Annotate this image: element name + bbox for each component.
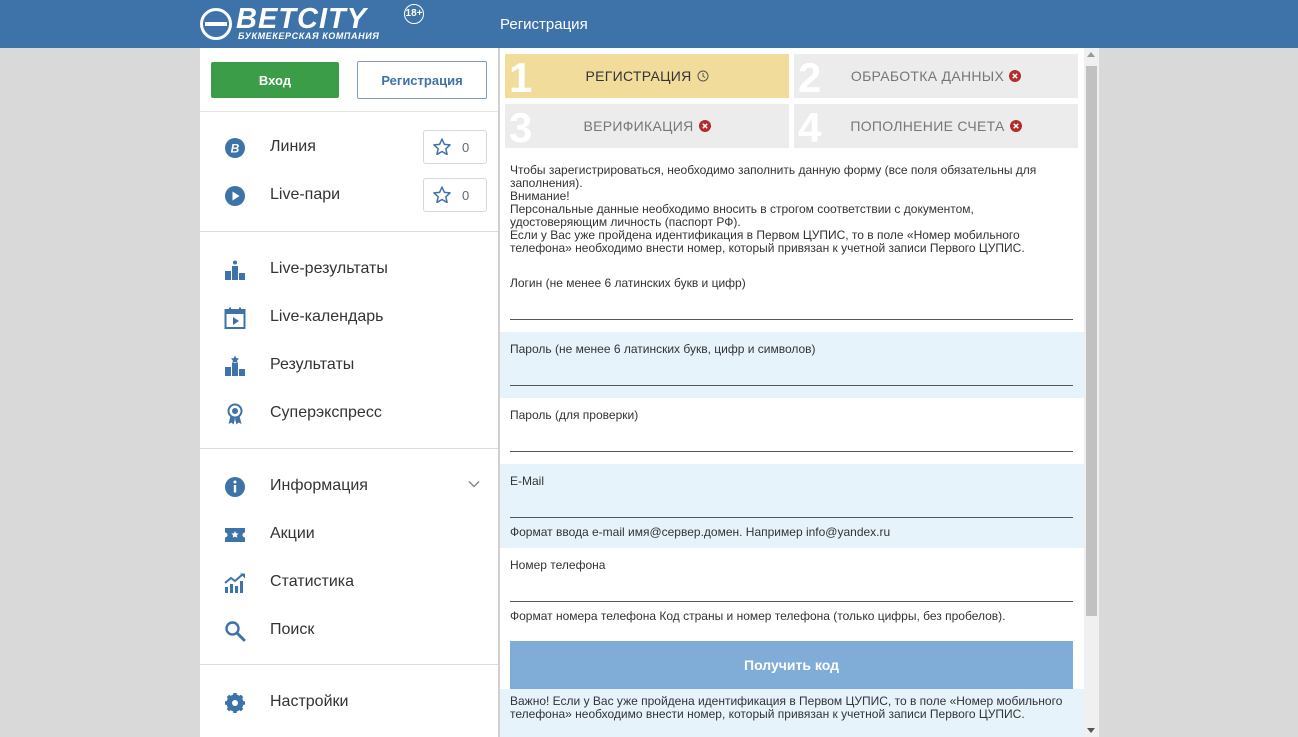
top-header: BETCITY БУКМЕКЕРСКАЯ КОМПАНИЯ 18+ Регист… — [0, 0, 1298, 48]
favorites-count: 0 — [462, 188, 470, 203]
cupis-note: Важно! Если у Вас уже пройдена идентифик… — [500, 689, 1084, 737]
login-label: Логин (не менее 6 латинских букв и цифр) — [510, 276, 746, 290]
intro-line: Персональные данные необходимо вносить в… — [510, 202, 974, 229]
star-icon — [432, 185, 452, 205]
sidebar-item-results[interactable]: Результаты — [200, 342, 498, 390]
error-icon — [1009, 120, 1022, 132]
favorites-count: 0 — [462, 140, 470, 155]
bet-circle-icon: B — [224, 137, 246, 159]
gear-icon — [224, 692, 246, 714]
intro-line: Если у Вас уже пройдена идентификация в … — [510, 228, 1025, 255]
calendar-play-icon — [224, 307, 246, 329]
step-verification: 3 ВЕРИФИКАЦИЯ — [505, 104, 789, 150]
nav-group-results: Live-результаты Live-календарь Результат… — [200, 232, 498, 449]
chevron-down-icon[interactable] — [468, 477, 480, 489]
scroll-up-icon[interactable] — [1087, 52, 1095, 57]
sidebar-item-label: Линия — [270, 138, 316, 155]
phone-hint: Формат номера телефона Код страны и номе… — [510, 609, 1006, 623]
step-registration: 1 РЕГИСТРАЦИЯ — [505, 54, 789, 100]
error-icon — [1009, 70, 1022, 82]
sidebar-item-label: Акции — [270, 525, 315, 542]
step-label: ПОПОЛНЕНИЕ СЧЕТА — [794, 118, 1078, 134]
scrollbar-thumb[interactable] — [1086, 66, 1097, 616]
registration-form: 1 РЕГИСТРАЦИЯ 2 ОБРАБОТКА ДАННЫХ 3 ВЕРИФ… — [500, 48, 1084, 737]
podium-icon — [224, 259, 246, 281]
main-scrollbar[interactable] — [1084, 48, 1099, 737]
scroll-down-icon[interactable] — [1087, 728, 1095, 733]
email-label: E-Mail — [510, 474, 545, 488]
step-label: ВЕРИФИКАЦИЯ — [505, 118, 789, 134]
sidebar-item-settings[interactable]: Настройки — [200, 679, 498, 727]
intro-text: Чтобы зарегистрироваться, необходимо зап… — [510, 164, 1070, 255]
sidebar-item-live-calendar[interactable]: Live-календарь — [200, 294, 498, 342]
age-badge: 18+ — [404, 4, 424, 24]
favorites-live-button[interactable]: 0 — [423, 178, 487, 212]
intro-line: Чтобы зарегистрироваться, необходимо зап… — [510, 163, 1037, 190]
sidebar-item-label: Настройки — [270, 693, 349, 710]
phone-label: Номер телефона — [510, 558, 606, 572]
sidebar-item-label: Live-пари — [270, 186, 341, 203]
nav-group-info: Информация Акции Статистика Поиск — [200, 449, 498, 665]
get-code-button[interactable]: Получить код — [510, 641, 1073, 689]
sidebar-item-information[interactable]: Информация — [200, 463, 498, 511]
sidebar-item-promotions[interactable]: Акции — [200, 511, 498, 559]
email-hint: Формат ввода e-mail имя@сервер.домен. На… — [510, 525, 891, 539]
password-confirm-label: Пароль (для проверки) — [510, 408, 639, 422]
nav-group-settings: Настройки — [200, 665, 498, 727]
step-data-processing: 2 ОБРАБОТКА ДАННЫХ — [794, 54, 1078, 100]
register-button[interactable]: Регистрация — [357, 61, 487, 99]
sidebar-item-label: Статистика — [270, 573, 355, 590]
betcity-logo[interactable]: BETCITY БУКМЕКЕРСКАЯ КОМПАНИЯ 18+ — [200, 4, 430, 44]
svg-text:B: B — [231, 142, 240, 156]
password-field-group: Пароль (не менее 6 латинских букв, цифр … — [500, 332, 1084, 398]
password-confirm-field-group: Пароль (для проверки) — [500, 398, 1084, 464]
login-field-group: Логин (не менее 6 латинских букв и цифр) — [500, 266, 1084, 332]
login-button[interactable]: Вход — [211, 62, 339, 98]
search-icon — [224, 620, 246, 642]
password-label: Пароль (не менее 6 латинских букв, цифр … — [510, 342, 816, 356]
note-text: Важно! Если у Вас уже пройдена идентифик… — [510, 694, 1063, 721]
sidebar-item-label: Суперэкспресс — [270, 404, 382, 421]
clock-icon — [697, 70, 709, 82]
password-input[interactable] — [510, 360, 1073, 386]
logo-ball-icon — [200, 8, 232, 40]
step-label: РЕГИСТРАЦИЯ — [505, 68, 789, 84]
step-label: ОБРАБОТКА ДАННЫХ — [794, 68, 1078, 84]
chart-icon — [224, 572, 246, 594]
email-field-group: E-Mail Формат ввода e-mail имя@сервер.до… — [500, 464, 1084, 548]
medal-icon — [224, 403, 246, 425]
podium-star-icon — [224, 355, 246, 377]
sidebar: Вход Регистрация B Линия 0 Live-пари 0 L… — [200, 48, 498, 737]
sidebar-item-label: Информация — [270, 477, 368, 494]
phone-input[interactable] — [510, 576, 1073, 602]
step-deposit: 4 ПОПОЛНЕНИЕ СЧЕТА — [794, 104, 1078, 150]
sidebar-item-superexpress[interactable]: Суперэкспресс — [200, 390, 498, 438]
favorites-line-button[interactable]: 0 — [423, 130, 487, 164]
nav-group-betting: B Линия 0 Live-пари 0 — [200, 112, 498, 232]
sidebar-item-label: Поиск — [270, 621, 315, 638]
play-circle-icon — [224, 185, 246, 207]
email-input[interactable] — [510, 492, 1073, 518]
sidebar-item-label: Live-результаты — [270, 260, 388, 277]
ticket-icon — [224, 524, 246, 546]
sidebar-item-live[interactable]: Live-пари 0 — [200, 172, 498, 220]
phone-field-group: Номер телефона Формат номера телефона Ко… — [500, 548, 1084, 632]
login-input[interactable] — [510, 294, 1073, 320]
star-icon — [432, 137, 452, 157]
password-confirm-input[interactable] — [510, 426, 1073, 452]
page-title: Регистрация — [500, 16, 588, 33]
auth-panel: Вход Регистрация — [200, 48, 498, 112]
logo-subtitle: БУКМЕКЕРСКАЯ КОМПАНИЯ — [238, 31, 380, 41]
sidebar-item-line[interactable]: B Линия 0 — [200, 124, 498, 172]
info-icon — [224, 476, 246, 498]
sidebar-item-live-results[interactable]: Live-результаты — [200, 246, 498, 294]
sidebar-item-search[interactable]: Поиск — [200, 607, 498, 655]
error-icon — [698, 120, 711, 132]
sidebar-item-statistics[interactable]: Статистика — [200, 559, 498, 607]
sidebar-item-label: Live-календарь — [270, 308, 384, 325]
logo-text: BETCITY — [236, 3, 368, 35]
sidebar-item-label: Результаты — [270, 356, 355, 373]
